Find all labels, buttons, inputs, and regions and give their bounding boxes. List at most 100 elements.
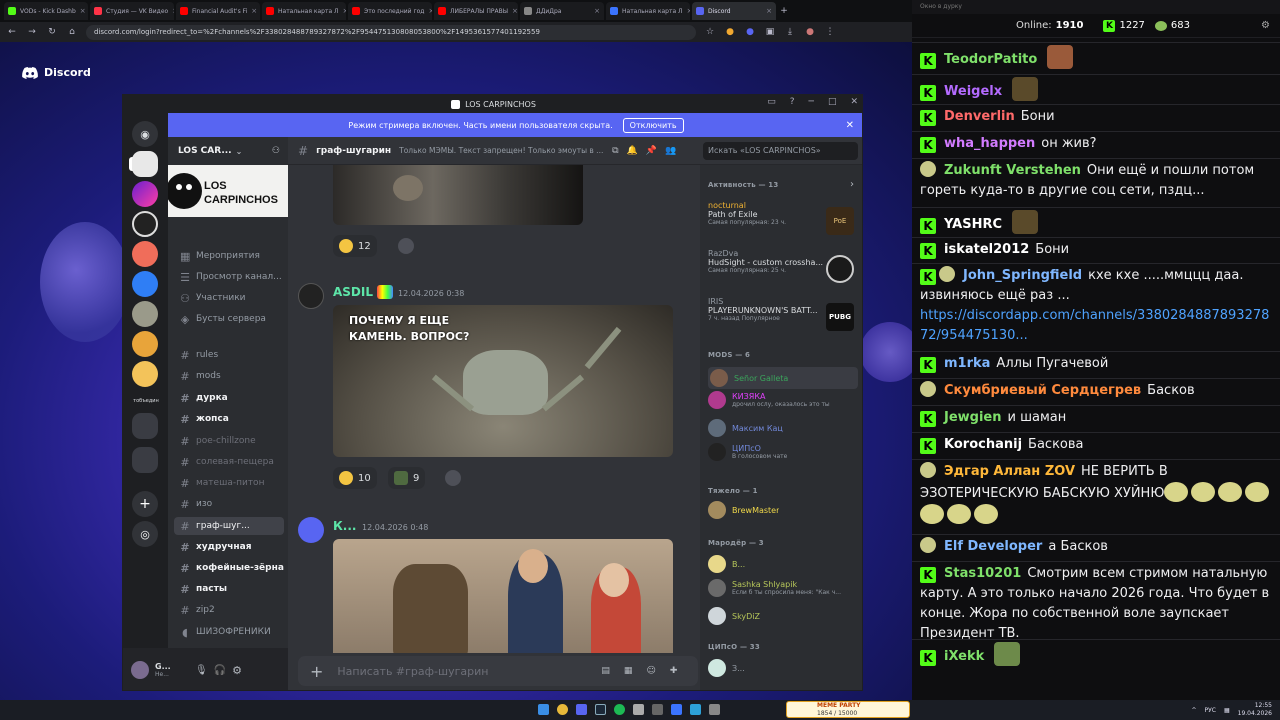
chat-username[interactable]: Denverlin bbox=[944, 109, 1015, 124]
chat-username[interactable]: Jewgien bbox=[944, 410, 1002, 425]
app-icon[interactable] bbox=[633, 704, 644, 715]
reaction[interactable]: 12 bbox=[333, 235, 377, 257]
spotify-icon[interactable] bbox=[614, 704, 625, 715]
forward-icon[interactable]: → bbox=[26, 27, 38, 37]
threads-icon[interactable]: ⧉ bbox=[612, 146, 618, 156]
message-image[interactable] bbox=[333, 539, 673, 653]
add-server-icon[interactable]: + bbox=[132, 491, 158, 517]
chat-username[interactable]: Zukunft Verstehen bbox=[944, 163, 1081, 178]
server-icon[interactable] bbox=[132, 241, 158, 267]
message-image[interactable]: ПОЧЕМУ Я ЕЩЕ КАМЕНЬ. ВОПРОС? bbox=[333, 305, 673, 457]
reaction[interactable]: 9 bbox=[388, 467, 426, 489]
chat-username[interactable]: Эдгар Аллан ZOV bbox=[944, 464, 1075, 479]
extensions-puzzle-icon[interactable]: ▣ bbox=[764, 27, 776, 37]
back-icon[interactable]: ← bbox=[6, 27, 18, 37]
server-header[interactable]: LOS CAR... ⌄ ⚇ bbox=[168, 137, 288, 165]
add-member-icon[interactable]: ⚇ bbox=[272, 146, 280, 156]
message-input[interactable]: Написать #граф-шугарин bbox=[337, 665, 587, 678]
reload-icon[interactable]: ↻ bbox=[46, 27, 58, 37]
bookmark-star-icon[interactable]: ☆ bbox=[704, 27, 716, 37]
channel-item[interactable]: # mods bbox=[174, 367, 284, 385]
member-item[interactable]: ЦИПсО В голосовом чате bbox=[708, 443, 858, 461]
chat-username[interactable]: Korochanij bbox=[944, 437, 1022, 452]
url-field[interactable]: discord.com/login?redirect_to=%2Fchannel… bbox=[86, 24, 696, 40]
chat-username[interactable]: Weigelx bbox=[944, 84, 1002, 99]
member-item[interactable]: Максим Кац bbox=[708, 419, 858, 437]
channel-item[interactable]: # rules bbox=[174, 346, 284, 364]
server-icon[interactable] bbox=[132, 181, 158, 207]
app-icon[interactable] bbox=[690, 704, 701, 715]
discord-taskbar-icon[interactable] bbox=[576, 704, 587, 715]
search-input[interactable]: Искать «LOS CARPINCHOS» bbox=[703, 142, 858, 160]
browser-tab-active[interactable]: Discord × bbox=[692, 2, 776, 20]
app-icon[interactable] bbox=[652, 704, 663, 715]
meme-party-widget[interactable]: MEME PARTY 1854 / 15000 bbox=[786, 701, 910, 718]
browser-menu-icon[interactable]: ⋮ bbox=[824, 27, 836, 37]
activity-card[interactable]: IRIS PLAYERUNKNOWN'S BATT... 7 ч. назад … bbox=[708, 297, 858, 341]
browser-tab[interactable]: Это последний год × bbox=[348, 2, 432, 20]
extension-icon[interactable]: ● bbox=[724, 27, 736, 37]
server-icon[interactable] bbox=[132, 151, 158, 177]
channel-topic[interactable]: Только МЭМЫ. Текст запрещен! Только эмоу… bbox=[399, 146, 604, 155]
activity-card[interactable]: RazDva HudSight - custom crossha... Сама… bbox=[708, 249, 858, 293]
browser-tab[interactable]: Натальная карта Л × bbox=[262, 2, 346, 20]
headphones-icon[interactable]: 🎧 bbox=[214, 665, 226, 676]
server-icon[interactable] bbox=[132, 301, 158, 327]
direct-messages-icon[interactable]: ◉ bbox=[132, 121, 158, 147]
server-icon[interactable] bbox=[132, 331, 158, 357]
chat-username[interactable]: TeodorPatito bbox=[944, 52, 1037, 67]
channel-item[interactable]: # poe-chillzone bbox=[174, 432, 284, 450]
chat-username[interactable]: John_Springfield bbox=[963, 268, 1082, 283]
member-list-icon[interactable]: 👥 bbox=[665, 146, 676, 156]
inbox-icon[interactable]: ▭ bbox=[767, 97, 776, 107]
member-item[interactable]: Sashka Shlyapik Если б ты спросила меня: … bbox=[708, 579, 858, 597]
pin-icon[interactable]: 📌 bbox=[646, 146, 657, 156]
bell-icon[interactable]: 🔔 bbox=[627, 146, 638, 156]
member-item[interactable]: В... bbox=[708, 555, 858, 573]
language-indicator[interactable]: РУС bbox=[1205, 707, 1216, 714]
network-icon[interactable]: ▦ bbox=[1224, 707, 1230, 714]
maximize-icon[interactable]: □ bbox=[828, 97, 837, 107]
channel-item[interactable]: # худручная bbox=[174, 538, 284, 556]
activity-card[interactable]: nocturnal Path of Exile Самая популярная… bbox=[708, 201, 858, 245]
help-icon[interactable]: ? bbox=[790, 97, 795, 107]
channel-item[interactable]: # кофейные-зёрна bbox=[174, 559, 284, 577]
channel-item[interactable]: # граф-шуг... bbox=[174, 517, 284, 535]
microphone-icon[interactable]: 🎙 bbox=[195, 665, 208, 676]
apps-icon[interactable]: ✚ bbox=[670, 666, 678, 676]
channel-item[interactable]: # изо bbox=[174, 495, 284, 513]
browser-tab[interactable]: VODs - Kick Dashb × bbox=[4, 2, 88, 20]
browser-tab[interactable]: Financial Audit's Fi × bbox=[176, 2, 260, 20]
discover-icon[interactable]: ◎ bbox=[132, 521, 158, 547]
profile-icon[interactable]: ● bbox=[804, 27, 816, 37]
sticker-icon[interactable]: ▦ bbox=[624, 666, 633, 676]
server-folder[interactable] bbox=[132, 447, 158, 473]
channel-item[interactable]: ◖ ШИЗОФРЕНИКИ bbox=[174, 623, 284, 641]
message-author[interactable]: ASDIL bbox=[333, 285, 373, 299]
avatar[interactable] bbox=[298, 517, 324, 543]
channel-item[interactable]: # матеша-питон bbox=[174, 474, 284, 492]
member-item[interactable]: Señor Galleta bbox=[708, 367, 858, 389]
home-icon[interactable]: ⌂ bbox=[66, 27, 78, 37]
channel-item[interactable]: # zip2 bbox=[174, 601, 284, 619]
attach-plus-icon[interactable]: + bbox=[310, 662, 323, 681]
user-avatar[interactable] bbox=[131, 661, 149, 679]
member-item[interactable]: КИЗЯКА дрочил ослу, оказалось это ты bbox=[708, 391, 858, 409]
add-reaction-icon[interactable] bbox=[398, 238, 414, 254]
message-author[interactable]: К... bbox=[333, 519, 356, 533]
channel-item[interactable]: # дурка bbox=[174, 389, 284, 407]
minimize-icon[interactable]: ─ bbox=[809, 97, 814, 107]
steam-icon[interactable] bbox=[595, 704, 606, 715]
browser-tab[interactable]: ЛИБЕРАЛЫ ПРАВЫ × bbox=[434, 2, 518, 20]
channel-item[interactable]: ▦ Мероприятия bbox=[174, 247, 284, 265]
server-icon[interactable] bbox=[132, 211, 158, 237]
chat-username[interactable]: iXekk bbox=[944, 649, 984, 664]
settings-gear-icon[interactable]: ⚙ bbox=[232, 664, 242, 677]
gift-icon[interactable]: ▤ bbox=[601, 666, 610, 676]
disable-streamer-mode-button[interactable]: Отключить bbox=[622, 117, 684, 133]
app-icon[interactable] bbox=[709, 704, 720, 715]
channel-item[interactable]: ⚇ Участники bbox=[174, 289, 284, 307]
download-icon[interactable]: ⤓ bbox=[784, 27, 796, 37]
chevron-right-icon[interactable]: › bbox=[850, 179, 854, 190]
close-banner-icon[interactable]: ✕ bbox=[846, 120, 854, 131]
